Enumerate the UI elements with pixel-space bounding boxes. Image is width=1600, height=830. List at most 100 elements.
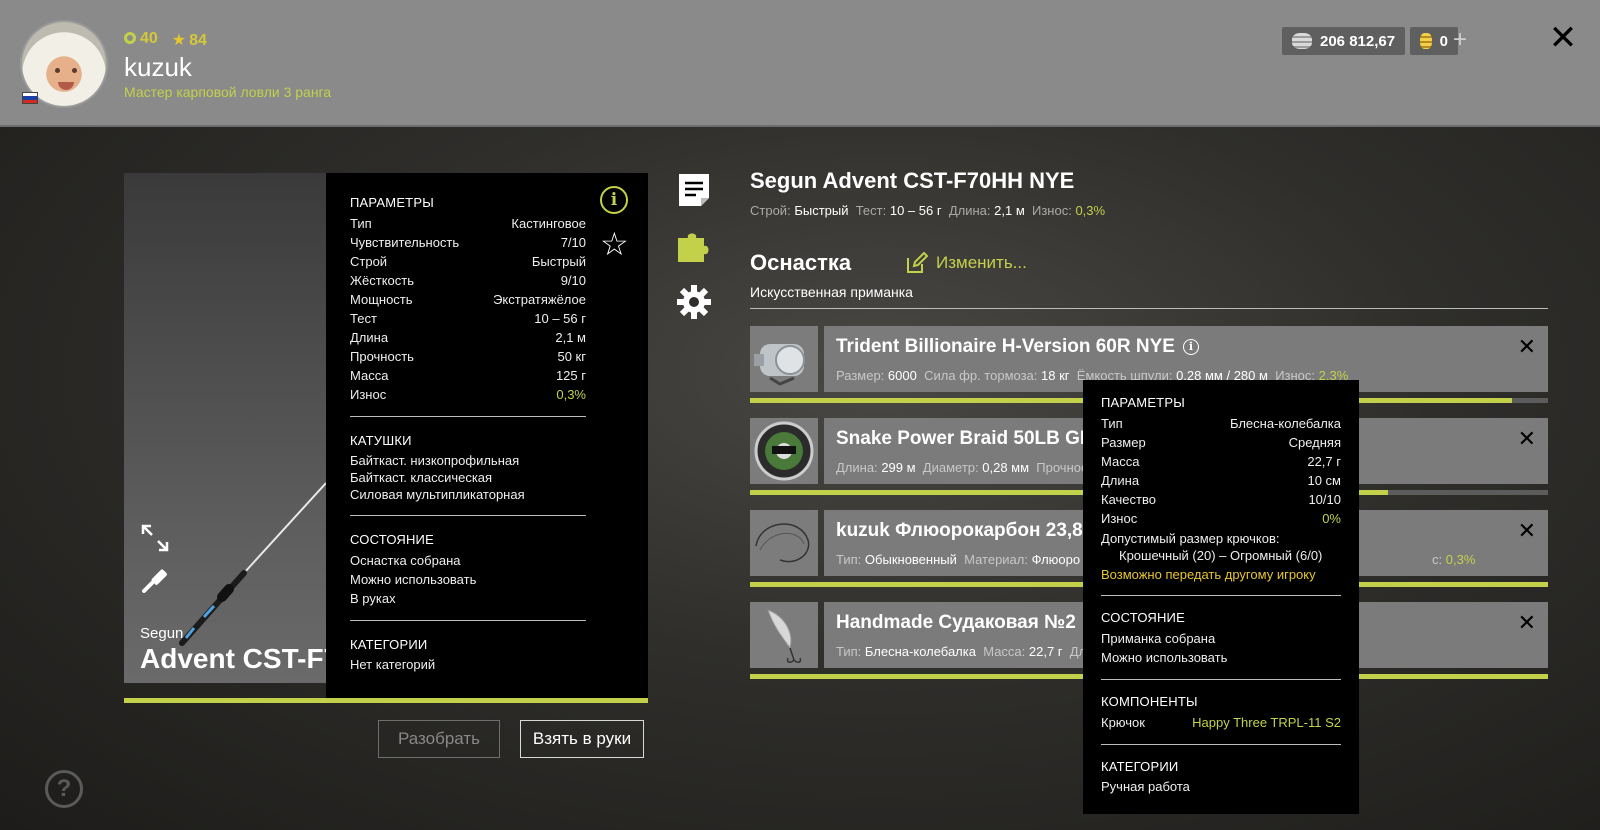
- param-value: 7/10: [560, 235, 586, 250]
- divider: [1101, 679, 1341, 680]
- slot-name: kuzuk Флюорокарбон 23,8 к: [836, 520, 1098, 541]
- divider: [350, 620, 586, 621]
- edit-tackle-button[interactable]: Изменить...: [906, 252, 1027, 274]
- wear-value: 0,3%: [1075, 203, 1106, 218]
- param-value: 2,1 м: [555, 330, 586, 345]
- tooltip-components-title: КОМПОНЕНТЫ: [1101, 694, 1198, 709]
- divider: [350, 515, 586, 516]
- param-value: Быстрый: [531, 254, 586, 269]
- state-title: СОСТОЯНИЕ: [350, 532, 434, 547]
- reels-title: КАТУШКИ: [350, 433, 412, 448]
- reel-type: Байткаст. классическая: [350, 470, 493, 485]
- component-label: Крючок: [1101, 715, 1145, 730]
- favorite-star-icon[interactable]: ☆: [600, 228, 629, 260]
- transfer-note: Возможно передать другому игроку: [1101, 567, 1316, 582]
- leader-thumbnail: [750, 510, 818, 576]
- tooltip-categories-title: КАТЕГОРИИ: [1101, 759, 1179, 774]
- tooltip-state-title: СОСТОЯНИЕ: [1101, 610, 1185, 625]
- meta-label: Масса:: [983, 644, 1026, 659]
- param-row: Тип Блесна-колебалка: [1101, 414, 1341, 433]
- param-row: Износ 0,3%: [350, 385, 586, 404]
- gold-coin-icon: [1420, 33, 1432, 49]
- add-gold-button[interactable]: +: [1446, 27, 1474, 55]
- close-icon[interactable]: ✕: [1547, 21, 1579, 55]
- param-value: Блесна-колебалка: [1229, 416, 1341, 431]
- param-value: 10 см: [1307, 473, 1341, 488]
- edit-icon: [907, 252, 928, 273]
- meta-label: Сила фр. тормоза:: [924, 368, 1038, 383]
- param-row: Тест 10 – 56 г: [350, 309, 586, 328]
- slot-meta: Тип: Блесна-колебалка Масса: 22,7 г Дли: [836, 644, 1093, 659]
- param-row: Мощность Экстратяжёлое: [350, 290, 586, 309]
- remove-icon[interactable]: ✕: [1518, 518, 1536, 544]
- item-preview: Segun Advent CST-F7: [124, 173, 326, 683]
- state-item: Можно использовать: [350, 572, 477, 587]
- params-title: ПАРАМЕТРЫ: [350, 195, 434, 210]
- star-icon: ★: [171, 32, 187, 49]
- component-row: Крючок Happy Three TRPL-11 S2: [1101, 713, 1341, 732]
- categories-title: КАТЕГОРИИ: [350, 637, 428, 652]
- param-value: Экстратяжёлое: [493, 292, 586, 307]
- meta-value: Обыкновенный: [864, 552, 957, 567]
- take-in-hands-button[interactable]: Взять в руки: [520, 720, 644, 758]
- tooltip-params-title: ПАРАМЕТРЫ: [1101, 395, 1185, 410]
- meta-label: Прочнос: [1036, 460, 1088, 475]
- expand-icon[interactable]: [140, 523, 170, 553]
- meta-label: Материал:: [964, 552, 1028, 567]
- repair-icon[interactable]: [140, 565, 170, 595]
- help-icon[interactable]: ?: [45, 770, 83, 808]
- meta-label: Тип:: [836, 644, 862, 659]
- player-rank: Мастер карповой ловли 3 ранга: [124, 84, 332, 100]
- param-label: Размер: [1101, 435, 1146, 450]
- remove-icon[interactable]: ✕: [1518, 426, 1536, 452]
- slot-name-text: Trident Billionaire H-Version 60R NYE: [836, 336, 1175, 357]
- hook-size-label: Допустимый размер крючков:: [1101, 531, 1280, 546]
- document-icon[interactable]: [676, 172, 712, 208]
- item-brand: Segun: [140, 625, 184, 642]
- wear-bar: [124, 698, 648, 703]
- meta-label: Тип:: [836, 552, 862, 567]
- rod-image: [179, 482, 326, 646]
- param-row: Длина 2,1 м: [350, 328, 586, 347]
- item-title: Segun Advent CST-F70HH NYE: [750, 168, 1075, 193]
- meta-value: 22,7 г: [1028, 644, 1063, 659]
- divider: [1101, 744, 1341, 745]
- country-flag-icon: [22, 92, 38, 104]
- param-label: Качество: [1101, 492, 1156, 507]
- param-row: Строй Быстрый: [350, 252, 586, 271]
- silver-currency: 206 812,67: [1282, 27, 1406, 55]
- param-label: Прочность: [350, 349, 414, 364]
- param-label: Тип: [350, 216, 372, 231]
- build-label: Строй:: [750, 203, 791, 218]
- puzzle-icon[interactable]: [676, 228, 712, 264]
- username: kuzuk: [124, 52, 192, 82]
- param-label: Длина: [350, 330, 389, 345]
- slot-name: Snake Power Braid 50LB GRN: [836, 428, 1108, 449]
- meta-value: 18 кг: [1041, 368, 1070, 383]
- reel-type: Силовая мультипликаторная: [350, 487, 525, 502]
- profile-header: 40 ★ 84 kuzuk Мастер карповой ловли 3 ран…: [0, 0, 1600, 127]
- item-summary: Строй: Быстрый Тест: 10 – 56 г Длина: 2,…: [750, 203, 1105, 218]
- remove-icon[interactable]: ✕: [1518, 610, 1536, 636]
- dismantle-button[interactable]: Разобрать: [378, 720, 500, 758]
- param-label: Масса: [350, 368, 389, 383]
- param-label: Длина: [1101, 473, 1140, 488]
- param-value: 0,3%: [556, 387, 586, 402]
- lure-thumbnail: [750, 602, 818, 668]
- param-label: Тип: [1101, 416, 1123, 431]
- param-value: 125 г: [555, 368, 586, 383]
- param-row: Чувствительность 7/10: [350, 233, 586, 252]
- remove-icon[interactable]: ✕: [1518, 334, 1536, 360]
- slot-name: Handmade Судаковая №2i: [836, 612, 1100, 634]
- meta-label: Размер:: [836, 368, 885, 383]
- tackle-title: Оснастка: [750, 250, 852, 275]
- test-value: 10 – 56 г: [889, 203, 942, 218]
- info-icon[interactable]: i: [600, 186, 628, 214]
- param-label: Масса: [1101, 454, 1140, 469]
- gear-icon[interactable]: [676, 284, 712, 320]
- param-row: Качество 10/10: [1101, 490, 1341, 509]
- info-icon[interactable]: i: [1182, 339, 1199, 355]
- param-row: Масса 125 г: [350, 366, 586, 385]
- param-value: 22,7 г: [1307, 454, 1341, 469]
- meta-value: Блесна-колебалка: [864, 644, 976, 659]
